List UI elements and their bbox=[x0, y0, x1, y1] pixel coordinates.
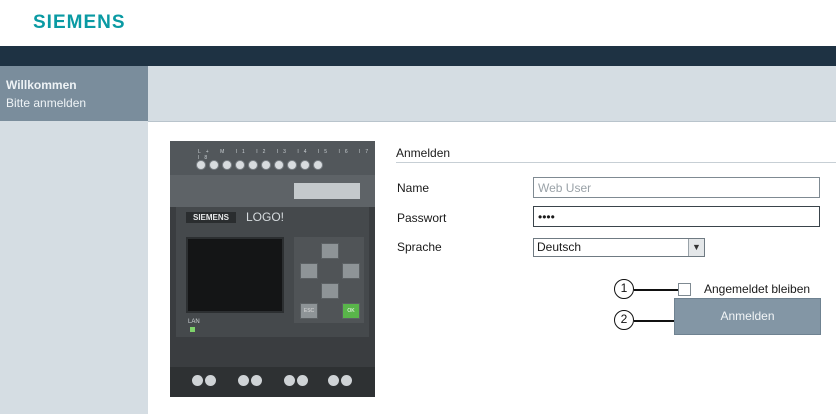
logo-device-image: L+ M I1 I2 I3 I4 I5 I6 I7 I8 SIEMENS LOG… bbox=[170, 141, 375, 397]
callout-1-line bbox=[634, 289, 678, 291]
device-terminal-strip: L+ M I1 I2 I3 I4 I5 I6 I7 I8 bbox=[170, 141, 375, 175]
device-key-down bbox=[321, 283, 339, 299]
top-bar bbox=[0, 46, 836, 66]
device-display bbox=[186, 237, 284, 313]
login-heading: Anmelden bbox=[396, 146, 451, 160]
device-face: SIEMENS LOGO! LAN ESC OK bbox=[176, 207, 369, 337]
device-lan-led bbox=[190, 327, 195, 332]
device-key-left bbox=[300, 263, 318, 279]
heading-underline bbox=[396, 162, 836, 163]
welcome-title: Willkommen bbox=[6, 78, 77, 92]
password-label: Passwort bbox=[397, 211, 447, 225]
callout-1: 1 bbox=[614, 279, 634, 299]
sidebar bbox=[0, 121, 148, 414]
device-brand: SIEMENS bbox=[186, 212, 236, 223]
device-model: LOGO! bbox=[246, 210, 285, 224]
language-select[interactable]: Deutsch ▼ bbox=[533, 238, 705, 257]
language-selected-value: Deutsch bbox=[537, 240, 582, 254]
callout-2-line bbox=[634, 320, 674, 322]
device-keypad: ESC OK bbox=[294, 237, 364, 323]
device-key-ok: OK bbox=[342, 303, 360, 319]
welcome-subtitle: Bitte anmelden bbox=[6, 96, 87, 110]
remember-me-label: Angemeldet bleiben bbox=[704, 282, 811, 296]
remember-me-checkbox[interactable] bbox=[678, 283, 691, 296]
device-bottom-terminals bbox=[170, 367, 375, 397]
device-middle bbox=[170, 175, 375, 207]
name-label: Name bbox=[397, 181, 430, 195]
welcome-panel: Willkommen Bitte anmelden bbox=[0, 66, 148, 121]
chevron-down-icon[interactable]: ▼ bbox=[688, 239, 704, 256]
name-input[interactable] bbox=[533, 177, 820, 198]
login-button[interactable]: Anmelden bbox=[674, 298, 821, 335]
siemens-logo: SIEMENS bbox=[33, 12, 126, 33]
password-input[interactable] bbox=[533, 206, 820, 227]
language-label: Sprache bbox=[397, 240, 442, 254]
header: SIEMENS bbox=[0, 0, 836, 46]
device-key-right bbox=[342, 263, 360, 279]
device-key-esc: ESC bbox=[300, 303, 318, 319]
device-terminals bbox=[196, 160, 323, 172]
callout-2: 2 bbox=[614, 310, 634, 330]
device-lan-label: LAN bbox=[188, 319, 200, 325]
device-key-up bbox=[321, 243, 339, 259]
device-label-slot bbox=[294, 183, 360, 199]
